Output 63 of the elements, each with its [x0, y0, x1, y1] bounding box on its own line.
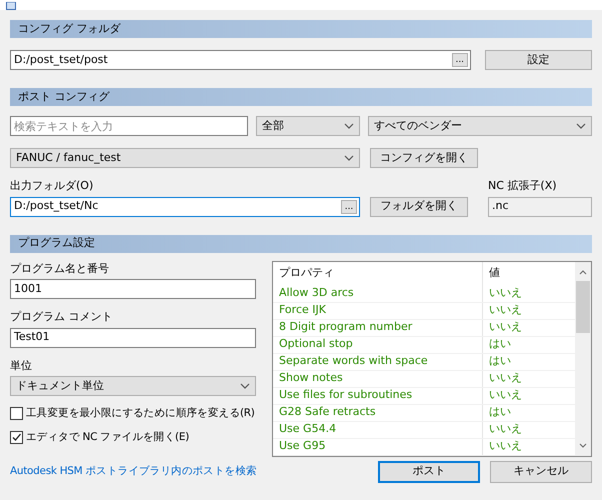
scroll-down-icon[interactable] — [579, 442, 587, 448]
search-link[interactable]: Autodesk HSM ポストライブラリ内のポストを検索 — [10, 464, 257, 480]
property-name: Use G95 — [273, 438, 483, 454]
section-header: プログラム設定 — [10, 234, 592, 252]
property-name: Allow 3D arcs — [273, 286, 483, 302]
property-name: Use files for subroutines — [273, 388, 483, 404]
checkbox-label: 工具変更を最小限にするために順序を変える(R) — [26, 406, 255, 421]
property-value: いいえ — [488, 387, 522, 404]
property-value: はい — [488, 336, 511, 352]
property-name: Force IJK — [273, 302, 483, 318]
search-field[interactable]: 検索テキストを入力 — [10, 116, 248, 136]
property-value: いいえ — [488, 302, 522, 318]
property-value: はい — [488, 404, 511, 420]
scroll-up-icon[interactable] — [579, 270, 587, 274]
dropdown[interactable]: ドキュメント単位 — [10, 376, 256, 396]
checkbox-label: エディタで NC ファイルを開く(E) — [26, 430, 189, 445]
browse-button[interactable]: ... — [452, 53, 468, 67]
path-field[interactable]: D:/post_tset/post ... — [10, 50, 471, 70]
app-icon — [6, 2, 16, 10]
section-header: コンフィグ フォルダ — [10, 20, 592, 38]
path-text: D:/post_tset/post — [14, 52, 108, 68]
property-name: 8 Digit program number — [273, 320, 483, 336]
chevron-down-icon — [344, 123, 354, 129]
section-header: ポスト コンフィグ — [10, 88, 592, 106]
property-value: いいえ — [488, 438, 522, 454]
property-name: Optional stop — [273, 336, 483, 352]
property-value: はい — [488, 353, 511, 370]
chevron-down-icon — [344, 155, 354, 161]
property-name: G28 Safe retracts — [273, 404, 483, 420]
property-name: Separate words with space — [273, 354, 483, 370]
field-label: 単位 — [10, 358, 33, 374]
dialog-button[interactable]: ポスト — [378, 460, 480, 482]
path-text: D:/post_tset/Nc — [14, 198, 98, 214]
property-value: いいえ — [488, 285, 522, 302]
property-value: いいえ — [488, 319, 522, 336]
column-header: プロパティ — [273, 262, 483, 286]
button[interactable]: フォルダを開く — [370, 196, 468, 216]
input-field[interactable]: .nc — [488, 196, 592, 216]
button[interactable]: コンフィグを開く — [370, 148, 478, 168]
field-label: NC 拡張子(X) — [488, 178, 558, 194]
chevron-down-icon — [576, 123, 586, 129]
dropdown[interactable]: FANUC / fanuc_test — [10, 148, 360, 168]
dialog-button[interactable]: キャンセル — [490, 460, 592, 482]
button[interactable]: 設定 — [484, 50, 592, 70]
browse-button[interactable]: ... — [341, 200, 357, 214]
property-value: いいえ — [488, 370, 522, 386]
field-label: 出力フォルダ(O) — [10, 178, 94, 194]
scrollbar-thumb[interactable] — [576, 280, 590, 332]
chevron-down-icon — [240, 383, 250, 389]
field-label: プログラム コメント — [10, 309, 114, 325]
property-value: いいえ — [488, 421, 522, 438]
scrollbar[interactable] — [575, 262, 591, 456]
property-name: Use G54.4 — [273, 422, 483, 438]
checkbox[interactable] — [10, 431, 23, 444]
input-field[interactable]: 1001 — [10, 279, 256, 299]
dropdown[interactable]: 全部 — [256, 116, 360, 136]
column-header: 値 — [488, 265, 500, 282]
input-field[interactable]: Test01 — [10, 328, 256, 348]
property-name: Show notes — [273, 370, 483, 386]
field-label: プログラム名と番号 — [10, 260, 110, 276]
checkbox[interactable] — [10, 407, 23, 420]
dropdown[interactable]: すべてのベンダー — [368, 116, 592, 136]
path-field[interactable]: D:/post_tset/Nc ... — [10, 196, 360, 216]
